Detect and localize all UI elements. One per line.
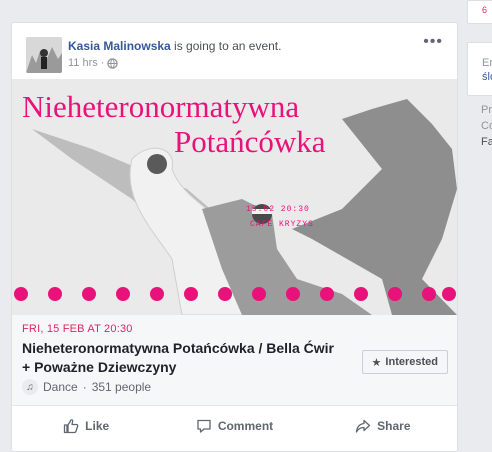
post-timestamp[interactable]: 11 hrs xyxy=(68,57,98,69)
share-label: Share xyxy=(377,419,411,433)
author-name-link[interactable]: Kasia Malinowska xyxy=(68,39,171,53)
subline-separator: · xyxy=(82,380,87,394)
right-text-er: Er xyxy=(482,57,492,69)
event-date: FRI, 15 FEB AT 20:30 xyxy=(22,323,133,335)
dancer-head xyxy=(147,154,167,174)
star-icon: ★ xyxy=(371,356,382,369)
more-options-button[interactable]: ••• xyxy=(423,33,443,51)
right-text-slo[interactable]: ślo xyxy=(482,71,492,83)
like-label: Like xyxy=(85,419,110,433)
interested-button[interactable]: ★ Interested xyxy=(361,350,448,374)
meta-separator: · xyxy=(100,57,105,69)
right-text-pr: Pr xyxy=(481,104,492,116)
event-subline: ♫ Dance · 351 people xyxy=(22,379,151,395)
event-category: Dance xyxy=(43,380,78,394)
like-button[interactable]: Like xyxy=(12,410,160,442)
feed-post-card: Kasia Malinowska is going to an event. 1… xyxy=(11,22,458,452)
music-note-icon: ♫ xyxy=(22,379,38,395)
post-action-bar: Like Comment Share xyxy=(12,410,457,442)
event-info-panel[interactable]: FRI, 15 FEB AT 20:30 Nieheteronormatywna… xyxy=(12,315,457,406)
avatar-photo xyxy=(26,37,62,73)
avatar[interactable] xyxy=(26,37,62,73)
poster-title-line1: Nieheteronormatywna xyxy=(22,89,299,124)
thumbs-up-icon xyxy=(64,419,79,434)
right-text-co: Co xyxy=(481,120,492,132)
comment-bubble-icon xyxy=(197,419,211,433)
comment-button[interactable]: Comment xyxy=(160,410,308,442)
share-arrow-icon xyxy=(355,419,371,433)
globe-icon[interactable] xyxy=(107,57,119,69)
poster-date: 15.02 20:30 xyxy=(246,205,310,214)
right-suggestion-box[interactable]: Er ślo xyxy=(467,42,492,96)
right-calendar-box[interactable]: 6 xyxy=(467,0,492,24)
post-header-line: Kasia Malinowska is going to an event. xyxy=(68,39,281,53)
post-verb: is going to an event. xyxy=(170,39,282,53)
post-meta: 11 hrs · xyxy=(68,57,119,69)
event-cover-image[interactable]: Nieheteronormatywna Potańcówka 15.02 20:… xyxy=(12,79,457,315)
poster-title-line2: Potańcówka xyxy=(174,124,326,159)
right-text-fa[interactable]: Fa xyxy=(481,136,492,148)
event-title-link[interactable]: Nieheteronormatywna Potańcówka / Bella Ć… xyxy=(22,339,342,377)
interested-label: Interested xyxy=(385,356,438,368)
right-column: 6 Er ślo Pr Co Fa xyxy=(467,0,492,444)
share-button[interactable]: Share xyxy=(309,410,457,442)
event-poster: Nieheteronormatywna Potańcówka 15.02 20:… xyxy=(12,79,457,315)
event-going-count[interactable]: 351 people xyxy=(92,380,151,394)
poster-venue: CAFE KRYZYS xyxy=(250,220,314,229)
calendar-icon-text: 6 xyxy=(482,5,488,15)
comment-label: Comment xyxy=(217,419,274,433)
